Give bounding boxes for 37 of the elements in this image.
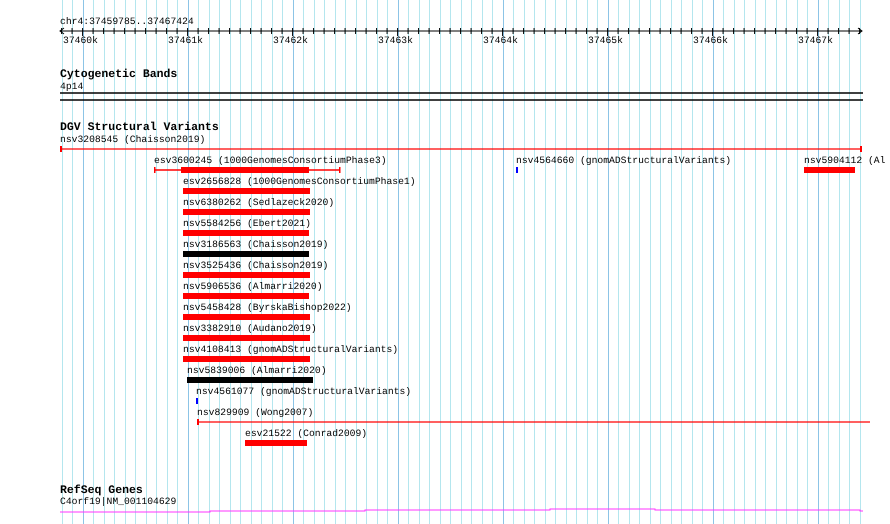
tick-label: 37460k: [63, 35, 98, 46]
tick-label: 37461k: [168, 35, 203, 46]
gene-model[interactable]: [60, 508, 863, 514]
tick-label: 37465k: [588, 35, 623, 46]
variant-marker[interactable]: [196, 398, 198, 404]
band-label: 4p14: [60, 81, 84, 92]
variant-label: esv21522 (Conrad2009): [245, 428, 368, 439]
variant-label: nsv3186563 (Chaisson2019): [183, 239, 328, 250]
tick-label: 37462k: [273, 35, 308, 46]
track-title: RefSeq Genes: [60, 484, 143, 497]
track-title: Cytogenetic Bands: [60, 68, 178, 81]
variant-label: nsv4561077 (gnomADStructuralVariants): [196, 386, 412, 397]
tick-label: 37467k: [798, 35, 833, 46]
tick-label: 37463k: [378, 35, 413, 46]
location-label: chr4:37459785..37467424: [60, 16, 194, 27]
variant-label: esv2656828 (1000GenomesConsortiumPhase1): [183, 176, 416, 187]
variant-line[interactable]: [60, 145, 863, 153]
tick-label: 37466k: [693, 35, 728, 46]
variant-label: nsv3382910 (Audano2019): [183, 323, 317, 334]
variant-label: nsv5839006 (Almarri2020): [187, 365, 327, 376]
variant-bar[interactable]: [154, 166, 341, 174]
variant-label: nsv5906536 (Almarri2020): [183, 281, 323, 292]
variant-label: nsv4108413 (gnomADStructuralVariants): [183, 344, 398, 355]
variant-label: nsv5904112 (Al: [804, 155, 886, 166]
variant-label: nsv829909 (Wong2007): [197, 407, 314, 418]
tick-label: 37464k: [483, 35, 518, 46]
variant-label: nsv5458428 (ByrskaBishop2022): [183, 302, 352, 313]
variant-label: nsv5584256 (Ebert2021): [183, 218, 311, 229]
variant-label: nsv6380262 (Sedlazeck2020): [183, 197, 334, 208]
gene-label[interactable]: C4orf19|NM_001104629: [60, 496, 176, 507]
variant-label: nsv3525436 (Chaisson2019): [183, 260, 328, 271]
variant-marker[interactable]: [516, 167, 518, 173]
variant-label: nsv3208545 (Chaisson2019): [60, 134, 206, 145]
variant-line[interactable]: [197, 418, 871, 426]
track-title: DGV Structural Variants: [60, 121, 219, 134]
variant-label: nsv4564660 (gnomADStructuralVariants): [516, 155, 732, 166]
variant-label: esv3600245 (1000GenomesConsortiumPhase3): [154, 155, 387, 166]
